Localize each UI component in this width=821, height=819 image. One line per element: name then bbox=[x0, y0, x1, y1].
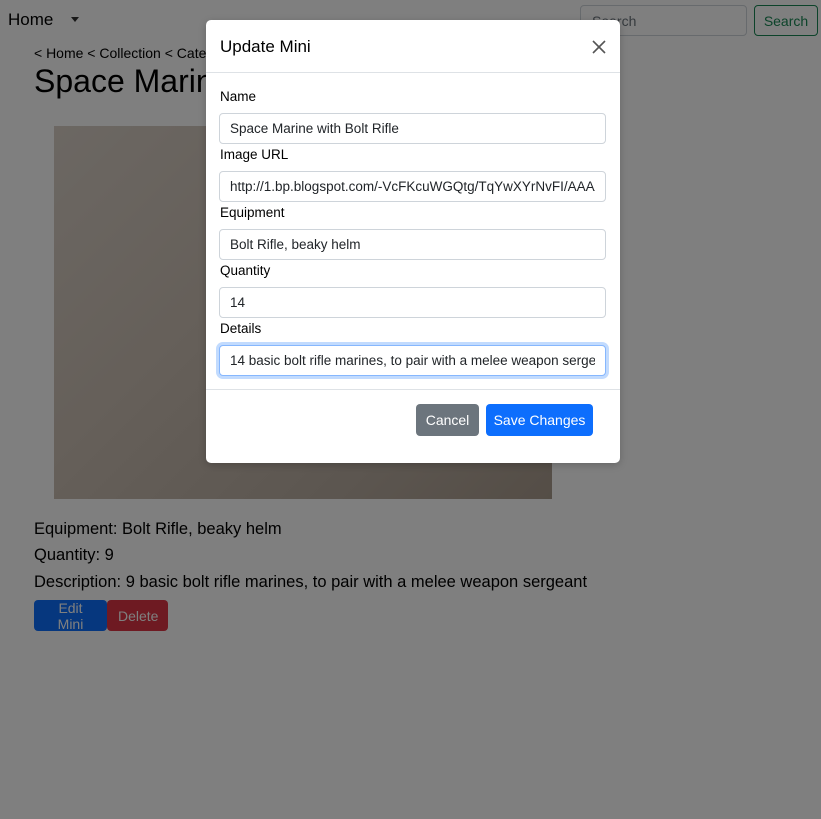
image-url-label: Image URL bbox=[220, 147, 289, 162]
save-changes-button[interactable]: Save Changes bbox=[486, 404, 593, 436]
name-field[interactable] bbox=[219, 113, 606, 144]
modal-title: Update Mini bbox=[220, 37, 311, 56]
equipment-field[interactable] bbox=[219, 229, 606, 260]
close-icon[interactable] bbox=[588, 36, 610, 58]
name-label: Name bbox=[220, 89, 257, 104]
modal-footer: Cancel Save Changes bbox=[206, 389, 620, 464]
image-url-field[interactable] bbox=[219, 171, 606, 202]
details-label: Details bbox=[220, 321, 262, 336]
quantity-label: Quantity bbox=[220, 263, 271, 278]
equipment-label: Equipment bbox=[220, 205, 285, 220]
update-mini-modal: Update Mini Name Image URL Equipment Qua… bbox=[206, 20, 620, 463]
quantity-field[interactable] bbox=[219, 287, 606, 318]
modal-header: Update Mini bbox=[206, 20, 620, 73]
cancel-button[interactable]: Cancel bbox=[416, 404, 479, 436]
details-field[interactable] bbox=[219, 345, 606, 376]
